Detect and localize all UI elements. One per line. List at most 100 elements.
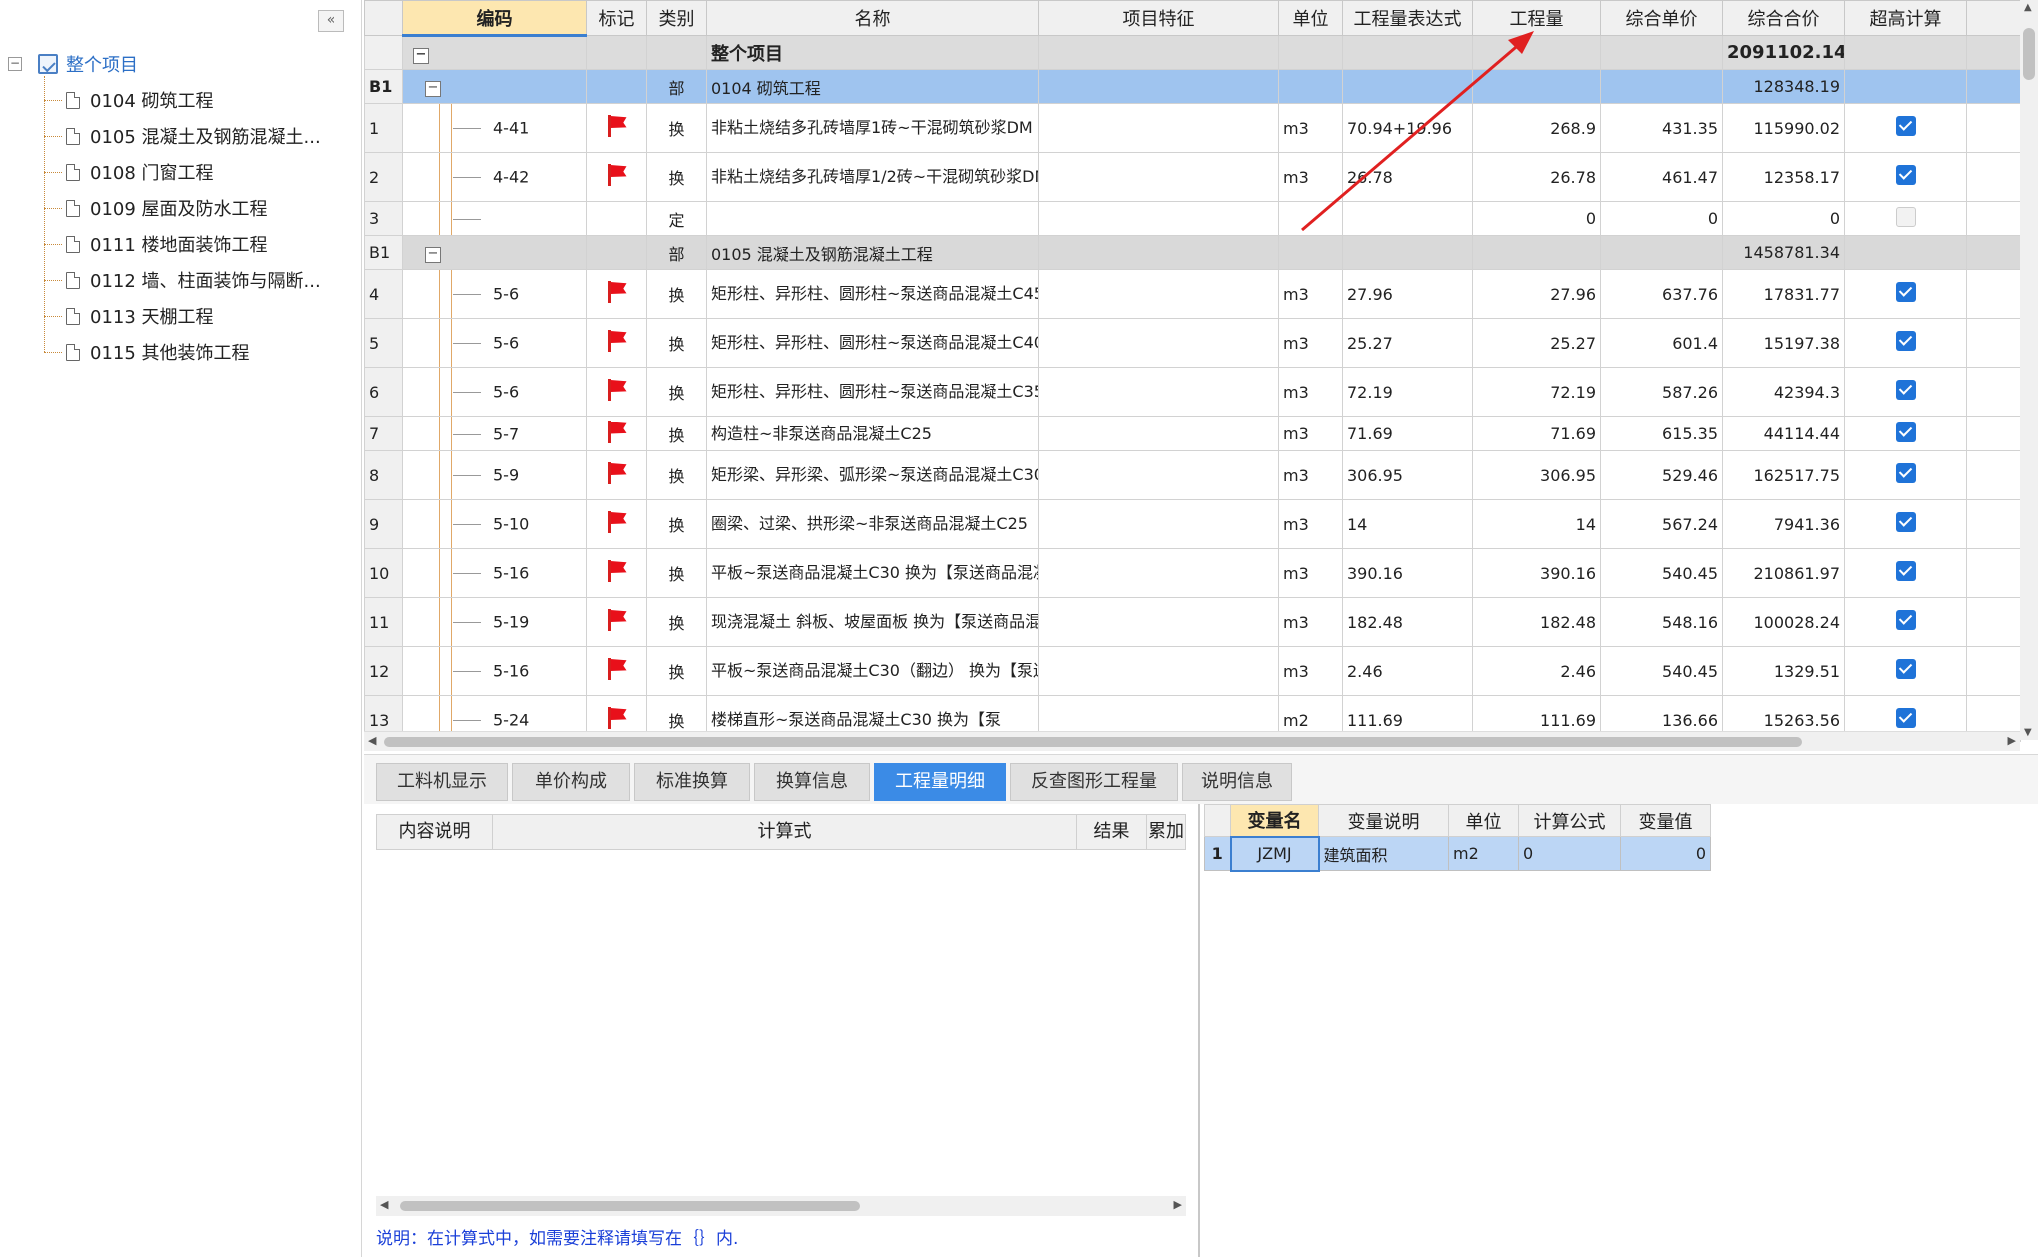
checkbox-icon[interactable] bbox=[1895, 708, 1916, 728]
qty-cell[interactable]: 306.95 bbox=[1472, 450, 1601, 500]
type-cell[interactable]: 换 bbox=[646, 318, 707, 368]
checkbox-icon[interactable] bbox=[1895, 331, 1916, 351]
table-row[interactable]: 105-16换平板~泵送商品混凝土C30 换为【泵送商品混凝土C35】m3390… bbox=[364, 548, 2021, 598]
header-accum[interactable]: 累加 bbox=[1147, 815, 1185, 849]
scroll-thumb[interactable] bbox=[384, 737, 1802, 747]
table-row[interactable]: 5 5-6 换矩形柱、异形柱、圆形柱~泵送商品混凝土C40 m3 25.27 25.27 6… bbox=[364, 318, 2021, 368]
qty-cell[interactable]: 72.19 bbox=[1472, 367, 1601, 417]
name-cell[interactable]: 平板~泵送商品混凝土C30（翻边） 换为【泵送商品混凝土C35】 bbox=[706, 646, 1039, 696]
unit-price-cell[interactable]: 0 bbox=[1600, 201, 1723, 236]
type-cell[interactable]: 换 bbox=[646, 367, 707, 417]
qty-cell[interactable]: 390.16 bbox=[1472, 548, 1601, 598]
var-value-cell[interactable]: 0 bbox=[1620, 836, 1711, 871]
unit-cell[interactable]: m3 bbox=[1278, 450, 1343, 500]
mark-cell[interactable] bbox=[586, 269, 647, 319]
header-var-name[interactable]: 变量名 bbox=[1230, 804, 1319, 837]
total-price-cell[interactable]: 162517.75 bbox=[1722, 450, 1845, 500]
feature-cell[interactable] bbox=[1038, 548, 1279, 598]
header-total-price[interactable]: 综合合价 bbox=[1722, 0, 1845, 36]
qty-expr-cell[interactable]: 2.46 bbox=[1342, 646, 1473, 696]
name-cell[interactable]: 矩形梁、异形梁、弧形梁~泵送商品混凝土C30 换为【泵送商品混凝土C35】 bbox=[706, 450, 1039, 500]
tree-item[interactable]: 0112 墙、柱面装饰与隔断... bbox=[44, 266, 321, 294]
var-unit-cell[interactable]: m2 bbox=[1448, 836, 1519, 871]
tab-1[interactable]: 工料机显示 bbox=[376, 763, 508, 801]
checkbox-icon[interactable] bbox=[1895, 282, 1916, 302]
unit-price-cell[interactable]: 540.45 bbox=[1600, 646, 1723, 696]
var-name-cell[interactable]: JZMJ bbox=[1229, 835, 1320, 872]
header-super-high[interactable]: 超高计算 bbox=[1844, 0, 1967, 36]
table-row[interactable]: 9 5-10 换圈梁、过梁、拱形梁~非泵送商品混凝土C25 m3 14 14 567.24 7… bbox=[364, 499, 2021, 549]
header-qty[interactable]: 工程量 bbox=[1472, 0, 1601, 36]
type-cell[interactable]: 换 bbox=[646, 103, 707, 153]
header-result[interactable]: 结果 bbox=[1077, 815, 1147, 849]
name-cell[interactable]: 构造柱~非泵送商品混凝土C25 bbox=[706, 416, 1039, 451]
feature-cell[interactable] bbox=[1038, 646, 1279, 696]
header-formula[interactable]: 计算式 bbox=[493, 815, 1077, 849]
table-row[interactable]: 7 5-7 换构造柱~非泵送商品混凝土C25 m3 71.69 71.69 615.35 44… bbox=[364, 416, 2021, 451]
total-price-cell[interactable]: 115990.02 bbox=[1722, 103, 1845, 153]
tree-item[interactable]: 0104 砌筑工程 bbox=[44, 86, 214, 114]
header-var-value[interactable]: 变量值 bbox=[1620, 804, 1711, 837]
tree-item[interactable]: 0108 门窗工程 bbox=[44, 158, 214, 186]
feature-cell[interactable] bbox=[1038, 416, 1279, 451]
section-row[interactable]: B1 − 部 0104 砌筑工程 128348.19 bbox=[364, 69, 2021, 104]
tree-item[interactable]: 0109 屋面及防水工程 bbox=[44, 194, 268, 222]
code-cell[interactable]: 5-16 bbox=[402, 646, 587, 696]
qty-expr-cell[interactable]: 306.95 bbox=[1342, 450, 1473, 500]
code-cell[interactable]: 5-16 bbox=[402, 548, 587, 598]
unit-price-cell[interactable]: 529.46 bbox=[1600, 450, 1723, 500]
mark-cell[interactable] bbox=[586, 450, 647, 500]
tab-7[interactable]: 说明信息 bbox=[1182, 763, 1292, 801]
unit-price-cell[interactable]: 431.35 bbox=[1600, 103, 1723, 153]
table-row[interactable]: 12 5-16 换平板~泵送商品混凝土C30（翻边） 换为【泵送商品混凝土C35】 m… bbox=[364, 646, 2021, 696]
qty-cell[interactable]: 2.46 bbox=[1472, 646, 1601, 696]
checkbox-icon[interactable] bbox=[1895, 421, 1916, 442]
scroll-right-icon[interactable]: ▶ bbox=[2008, 734, 2016, 747]
table-row[interactable]: 3定000 bbox=[364, 201, 2021, 236]
header-qty-expr[interactable]: 工程量表达式 bbox=[1342, 0, 1473, 36]
tab-6[interactable]: 反查图形工程量 bbox=[1010, 763, 1178, 801]
tab-5[interactable]: 工程量明细 bbox=[874, 763, 1006, 801]
tab-4[interactable]: 换算信息 bbox=[754, 763, 870, 801]
feature-cell[interactable] bbox=[1038, 152, 1279, 202]
collapse-icon[interactable]: − bbox=[425, 81, 441, 97]
code-cell[interactable]: 5-7 bbox=[402, 416, 587, 451]
code-cell[interactable]: 5-6 bbox=[402, 269, 587, 319]
super-high-cell[interactable] bbox=[1844, 450, 1967, 500]
code-cell[interactable]: 5-6 bbox=[402, 318, 587, 368]
super-high-cell[interactable] bbox=[1844, 416, 1967, 451]
mark-cell[interactable] bbox=[586, 548, 647, 598]
mark-cell[interactable] bbox=[586, 597, 647, 647]
super-high-cell[interactable] bbox=[1844, 597, 1967, 647]
tree-item[interactable]: 0111 楼地面装饰工程 bbox=[44, 230, 268, 258]
header-name[interactable]: 名称 bbox=[706, 0, 1039, 36]
code-cell[interactable]: 5-9 bbox=[402, 450, 587, 500]
mark-cell[interactable] bbox=[586, 318, 647, 368]
qty-expr-cell[interactable]: 25.27 bbox=[1342, 318, 1473, 368]
var-desc-cell[interactable]: 建筑面积 bbox=[1318, 836, 1449, 871]
unit-cell[interactable]: m3 bbox=[1278, 152, 1343, 202]
tree-root[interactable]: − 整个项目 bbox=[8, 50, 138, 78]
unit-price-cell[interactable]: 540.45 bbox=[1600, 548, 1723, 598]
type-cell[interactable]: 换 bbox=[646, 646, 707, 696]
mark-cell[interactable] bbox=[586, 103, 647, 153]
qty-expr-cell[interactable]: 182.48 bbox=[1342, 597, 1473, 647]
tree-item[interactable]: 0115 其他装饰工程 bbox=[44, 338, 250, 366]
qty-expr-cell[interactable] bbox=[1342, 201, 1473, 236]
mark-cell[interactable] bbox=[586, 416, 647, 451]
scroll-left-icon[interactable]: ◀ bbox=[380, 1198, 388, 1211]
qty-expr-cell[interactable]: 14 bbox=[1342, 499, 1473, 549]
code-cell[interactable]: 5-10 bbox=[402, 499, 587, 549]
total-price-cell[interactable]: 100028.24 bbox=[1722, 597, 1845, 647]
super-high-cell[interactable] bbox=[1844, 103, 1967, 153]
checkbox-icon[interactable] bbox=[1895, 561, 1916, 581]
total-price-cell[interactable]: 17831.77 bbox=[1722, 269, 1845, 319]
total-price-cell[interactable]: 42394.3 bbox=[1722, 367, 1845, 417]
super-high-cell[interactable] bbox=[1844, 548, 1967, 598]
code-cell[interactable]: 5-19 bbox=[402, 597, 587, 647]
tree-item[interactable]: 0105 混凝土及钢筋混凝土... bbox=[44, 122, 321, 150]
scroll-thumb[interactable] bbox=[2023, 28, 2035, 80]
checkbox-icon[interactable] bbox=[1895, 610, 1916, 630]
unit-cell[interactable]: m3 bbox=[1278, 548, 1343, 598]
header-desc[interactable]: 内容说明 bbox=[377, 815, 493, 849]
